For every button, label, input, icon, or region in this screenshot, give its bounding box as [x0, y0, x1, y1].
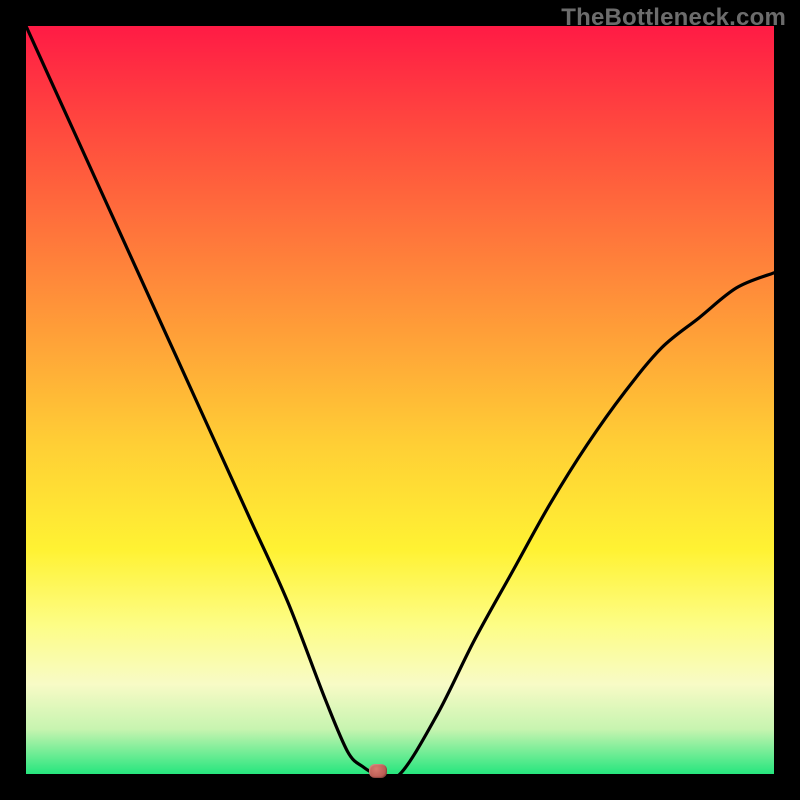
optimum-marker — [369, 764, 387, 778]
chart-frame: TheBottleneck.com — [0, 0, 800, 800]
bottleneck-curve — [26, 26, 774, 774]
plot-area — [26, 26, 774, 774]
